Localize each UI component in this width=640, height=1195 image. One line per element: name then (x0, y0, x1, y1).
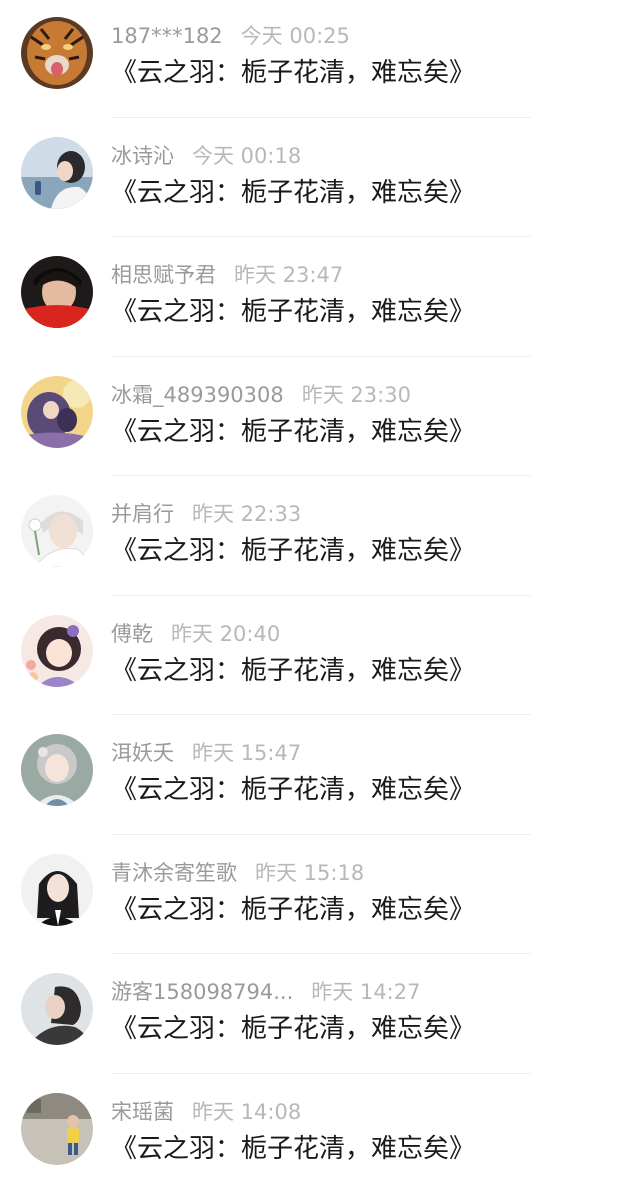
man-red-fan-avatar-icon[interactable] (21, 256, 93, 328)
message-meta: 并肩行昨天 22:33 (111, 500, 301, 528)
message-meta: 游客158098794... 昨天 14:27 (111, 978, 420, 1006)
dark-hair-girl-avatar-icon[interactable] (21, 854, 93, 926)
couple-illustration-avatar-icon[interactable] (21, 376, 93, 448)
timestamp: 昨天 15:18 (255, 861, 364, 885)
user-name[interactable]: 宋瑶菌 (111, 1100, 174, 1124)
list-item[interactable]: 冰霜_489390308 昨天 23:30 《云之羽：栀子花清，难忘矣》 (0, 359, 640, 479)
girl-by-sea-avatar-icon[interactable] (21, 137, 93, 209)
user-name[interactable]: 冰诗沁 (111, 144, 174, 168)
divider (111, 117, 531, 118)
divider (111, 356, 531, 357)
message-meta: 187***182 今天 00:25 (111, 22, 350, 50)
list-item[interactable]: 游客158098794... 昨天 14:27 《云之羽：栀子花清，难忘矣》 (0, 956, 640, 1076)
divider (111, 236, 531, 237)
boy-with-flower-avatar-icon[interactable] (21, 495, 93, 567)
timestamp: 昨天 14:27 (311, 980, 420, 1004)
anime-girl-avatar-icon[interactable] (21, 734, 93, 806)
message-meta: 青沐余寄笙歌昨天 15:18 (111, 859, 364, 887)
list-item[interactable]: 冰诗沁今天 00:18 《云之羽：栀子花清，难忘矣》 (0, 120, 640, 240)
message-text[interactable]: 《云之羽：栀子花清，难忘矣》 (111, 892, 475, 928)
person-profile-avatar-icon[interactable] (21, 973, 93, 1045)
user-name[interactable]: 并肩行 (111, 502, 174, 526)
timestamp: 昨天 23:30 (302, 383, 411, 407)
list-item[interactable]: 相思赋予君昨天 23:47 《云之羽：栀子花清，难忘矣》 (0, 239, 640, 359)
divider (111, 714, 531, 715)
timestamp: 昨天 23:47 (234, 263, 343, 287)
user-name[interactable]: 洱妖夭 (111, 741, 174, 765)
list-item[interactable]: 青沐余寄笙歌昨天 15:18 《云之羽：栀子花清，难忘矣》 (0, 837, 640, 957)
message-text[interactable]: 《云之羽：栀子花清，难忘矣》 (111, 533, 475, 569)
timestamp: 今天 00:25 (241, 24, 350, 48)
timestamp: 昨天 15:47 (192, 741, 301, 765)
message-meta: 洱妖夭昨天 15:47 (111, 739, 301, 767)
timestamp: 昨天 20:40 (171, 622, 280, 646)
message-text[interactable]: 《云之羽：栀子花清，难忘矣》 (111, 1131, 475, 1167)
timestamp: 今天 00:18 (192, 144, 301, 168)
user-name[interactable]: 傅乾 (111, 622, 153, 646)
divider (111, 475, 531, 476)
list-item[interactable]: 187***182 今天 00:25 《云之羽：栀子花清，难忘矣》 (0, 0, 640, 120)
message-meta: 傅乾昨天 20:40 (111, 620, 280, 648)
message-list: 187***182 今天 00:25 《云之羽：栀子花清，难忘矣》 冰诗沁今天 0… (0, 0, 640, 1195)
message-text[interactable]: 《云之羽：栀子花清，难忘矣》 (111, 175, 475, 211)
user-name[interactable]: 相思赋予君 (111, 263, 216, 287)
list-item[interactable]: 傅乾昨天 20:40 《云之羽：栀子花清，难忘矣》 (0, 598, 640, 718)
user-name[interactable]: 青沐余寄笙歌 (111, 861, 237, 885)
user-name[interactable]: 冰霜_489390308 (111, 383, 284, 407)
timestamp: 昨天 14:08 (192, 1100, 301, 1124)
message-meta: 宋瑶菌昨天 14:08 (111, 1098, 301, 1126)
message-text[interactable]: 《云之羽：栀子花清，难忘矣》 (111, 294, 475, 330)
list-item[interactable]: 宋瑶菌昨天 14:08 《云之羽：栀子花清，难忘矣》 (0, 1076, 640, 1195)
message-text[interactable]: 《云之羽：栀子花清，难忘矣》 (111, 772, 475, 808)
tiger-avatar-icon[interactable] (21, 17, 93, 89)
list-item[interactable]: 洱妖夭昨天 15:47 《云之羽：栀子花清，难忘矣》 (0, 717, 640, 837)
message-meta: 冰霜_489390308 昨天 23:30 (111, 381, 411, 409)
user-name[interactable]: 187***182 (111, 24, 223, 48)
timestamp: 昨天 22:33 (192, 502, 301, 526)
divider (111, 834, 531, 835)
divider (111, 953, 531, 954)
message-text[interactable]: 《云之羽：栀子花清，难忘矣》 (111, 55, 475, 91)
list-item[interactable]: 并肩行昨天 22:33 《云之羽：栀子花清，难忘矣》 (0, 478, 640, 598)
divider (111, 1073, 531, 1074)
divider (111, 595, 531, 596)
message-meta: 冰诗沁今天 00:18 (111, 142, 301, 170)
user-name[interactable]: 游客158098794... (111, 980, 293, 1004)
cartoon-girl-avatar-icon[interactable] (21, 615, 93, 687)
message-text[interactable]: 《云之羽：栀子花清，难忘矣》 (111, 653, 475, 689)
message-text[interactable]: 《云之羽：栀子花清，难忘矣》 (111, 414, 475, 450)
message-meta: 相思赋予君昨天 23:47 (111, 261, 343, 289)
child-outdoors-avatar-icon[interactable] (21, 1093, 93, 1165)
message-text[interactable]: 《云之羽：栀子花清，难忘矣》 (111, 1011, 475, 1047)
